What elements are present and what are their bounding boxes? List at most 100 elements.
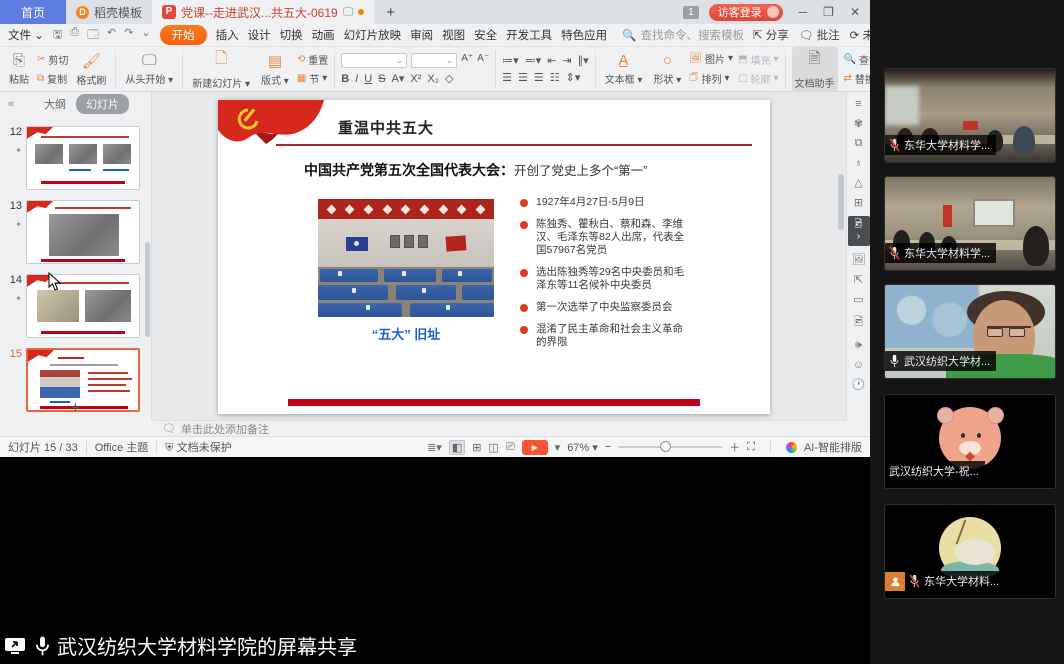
- find-button[interactable]: 🔍查找: [844, 52, 871, 67]
- copy-button[interactable]: ⧉复制: [37, 71, 68, 86]
- video-tile[interactable]: 东华大学材料...: [884, 504, 1056, 599]
- align-right-button[interactable]: ☰: [534, 71, 544, 84]
- arrange-button[interactable]: 🗇排列 ▾: [689, 70, 733, 87]
- slide-editing-canvas[interactable]: 重温中共五大 中国共产党第五次全国代表大会：开创了党史上多个“第一”: [152, 92, 846, 420]
- ai-layout-button[interactable]: AI-智能排版: [804, 439, 862, 455]
- menu-view[interactable]: 视图: [442, 27, 465, 43]
- expand-pane-button[interactable]: 🖻›: [848, 216, 870, 246]
- superscript-button[interactable]: X²: [410, 73, 421, 85]
- numbered-list-button[interactable]: ≕▾: [525, 54, 542, 67]
- stamp-icon[interactable]: ✾: [854, 117, 863, 130]
- tab-document[interactable]: P 党课--走进武汉...共五大-0619 🖵: [152, 0, 374, 24]
- guest-login-button[interactable]: 访客登录: [709, 4, 783, 21]
- restore-button[interactable]: ❐: [823, 5, 834, 19]
- fill-button[interactable]: ⬒填充 ▾: [738, 52, 778, 67]
- font-color-button[interactable]: A▾: [392, 72, 405, 85]
- undo-icon[interactable]: ↶: [107, 26, 116, 45]
- justify-button[interactable]: ☷: [550, 71, 560, 84]
- font-family-select[interactable]: ⌄: [341, 53, 407, 68]
- menu-transition[interactable]: 切换: [280, 27, 303, 43]
- font-decrease-button[interactable]: A⁻: [477, 53, 489, 68]
- indent-decrease-button[interactable]: ⇤: [547, 54, 556, 67]
- command-search-input[interactable]: 🔍 查找命令、搜索模板: [622, 27, 744, 43]
- save-icon[interactable]: 🖫: [53, 26, 62, 45]
- slide-thumbnail-13[interactable]: 13 ✦: [4, 200, 149, 264]
- font-size-select[interactable]: ⌄: [411, 53, 457, 68]
- italic-button[interactable]: I: [355, 73, 358, 85]
- paste-button[interactable]: ⎘ 粘贴: [6, 51, 32, 87]
- close-button[interactable]: ✕: [850, 5, 860, 19]
- photo-pane-icon[interactable]: 🖻: [854, 313, 863, 332]
- tab-docer-templates[interactable]: D 稻壳模板: [66, 0, 152, 24]
- zoom-in-button[interactable]: ＋: [729, 439, 740, 455]
- text-direction-button[interactable]: ∥▾: [578, 54, 589, 67]
- new-tab-button[interactable]: +: [374, 0, 407, 24]
- canvas-scrollbar[interactable]: [838, 174, 844, 230]
- slide-thumbnail-14[interactable]: 14 ✦: [4, 274, 149, 338]
- doc-assistant-button[interactable]: 🗎 文档助手: [792, 47, 838, 91]
- duplicate-icon[interactable]: ⧉: [855, 137, 863, 150]
- menu-file[interactable]: 文件 ⌄: [8, 27, 44, 43]
- section-button[interactable]: ▦节 ▾: [297, 71, 328, 86]
- normal-view-icon[interactable]: ◧: [449, 440, 465, 455]
- text-box-button[interactable]: A̲ 文本框 ▾: [602, 51, 646, 87]
- slideshow-view-icon[interactable]: ⎚: [506, 441, 515, 454]
- strikethrough-button[interactable]: S: [378, 73, 385, 85]
- video-tile[interactable]: 东华大学材料学...: [884, 68, 1056, 163]
- tab-home[interactable]: 首页: [0, 0, 66, 24]
- grid-pane-icon[interactable]: ⊞: [854, 196, 863, 209]
- reset-button[interactable]: ⟲重置: [297, 52, 328, 67]
- quickbar-more-icon[interactable]: ⌄: [141, 26, 150, 45]
- pyramid-icon[interactable]: △: [854, 176, 862, 189]
- notes-view-icon[interactable]: ≣▾: [427, 441, 442, 454]
- subscript-button[interactable]: X₂: [427, 73, 439, 85]
- line-spacing-button[interactable]: ⇕▾: [566, 71, 581, 84]
- export-icon[interactable]: ⇱: [854, 273, 863, 286]
- new-slide-button[interactable]: 🗋 新建幻灯片 ▾: [189, 47, 253, 91]
- slide-thumbnail-12[interactable]: 12 ✦: [4, 126, 149, 190]
- video-tile[interactable]: 武汉纺织大学材...: [884, 284, 1056, 379]
- current-slide[interactable]: 重温中共五大 中国共产党第五次全国代表大会：开创了党史上多个“第一”: [218, 100, 770, 414]
- clear-format-icon[interactable]: ◇: [445, 72, 453, 85]
- audio-icon[interactable]: 🕪: [855, 339, 862, 352]
- reading-view-icon[interactable]: ◫: [488, 441, 498, 454]
- underline-button[interactable]: U: [364, 73, 372, 85]
- shape-pane-icon[interactable]: ♁: [854, 157, 862, 169]
- play-slideshow-button[interactable]: ▶: [522, 440, 548, 455]
- outline-button[interactable]: ▢轮廓 ▾: [738, 71, 778, 86]
- format-painter-button[interactable]: 🖌 格式刷: [73, 51, 109, 88]
- cut-button[interactable]: ✂剪切: [37, 52, 68, 67]
- print-icon[interactable]: ⎙: [70, 26, 79, 45]
- menu-review[interactable]: 审阅: [410, 27, 433, 43]
- menu-animation[interactable]: 动画: [312, 27, 335, 43]
- pane-handle-icon[interactable]: ≡: [855, 98, 861, 110]
- collapse-panel-icon[interactable]: «: [0, 98, 22, 110]
- panel-scrollbar[interactable]: [145, 242, 150, 337]
- menu-design[interactable]: 设计: [248, 27, 271, 43]
- comment-button[interactable]: 🗨 批注: [799, 27, 840, 43]
- minimize-button[interactable]: ─: [799, 5, 808, 19]
- tab-outline[interactable]: 大纲: [44, 96, 66, 112]
- align-left-button[interactable]: ☰: [502, 71, 512, 84]
- menu-start[interactable]: 开始: [160, 25, 207, 45]
- menu-security[interactable]: 安全: [474, 27, 497, 43]
- preview-icon[interactable]: 🗔: [87, 26, 99, 45]
- shapes-button[interactable]: ○ 形状 ▾: [650, 51, 684, 87]
- menu-special-apps[interactable]: 特色应用: [561, 27, 607, 43]
- indent-increase-button[interactable]: ⇥: [562, 54, 571, 67]
- picture-button[interactable]: 🖼图片 ▾: [689, 51, 733, 66]
- menu-devtools[interactable]: 开发工具: [506, 27, 552, 43]
- slide-sorter-icon[interactable]: ⊞: [472, 441, 481, 454]
- align-center-button[interactable]: ☰: [518, 71, 528, 84]
- bold-button[interactable]: B: [341, 73, 349, 85]
- video-tile[interactable]: 武汉纺织大学-祝...: [884, 394, 1056, 489]
- zoom-out-button[interactable]: −: [605, 441, 611, 453]
- menu-insert[interactable]: 插入: [216, 27, 239, 43]
- tab-slides[interactable]: 幻灯片: [76, 94, 129, 114]
- menu-slideshow[interactable]: 幻灯片放映: [344, 27, 402, 43]
- protection-status[interactable]: ⛨ 文档未保护: [165, 439, 231, 455]
- replace-button[interactable]: ⇄替换 ▾: [844, 71, 871, 86]
- theme-label[interactable]: Office 主题: [95, 439, 149, 455]
- image-pane-icon[interactable]: 🖼: [852, 253, 866, 266]
- zoom-level[interactable]: 67% ▾: [567, 441, 598, 454]
